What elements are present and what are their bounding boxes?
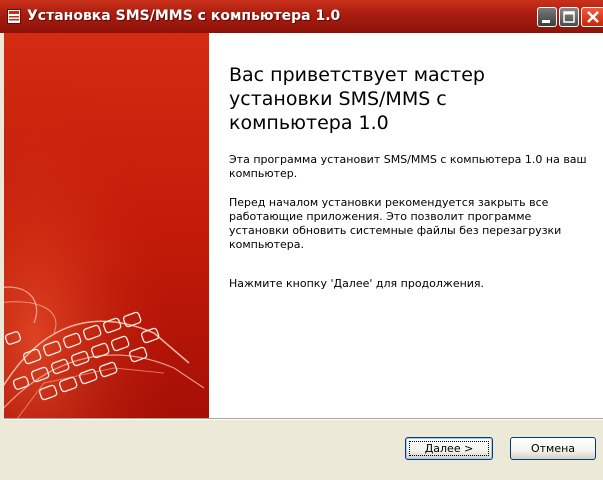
keyboard-illustration <box>4 33 209 418</box>
next-button[interactable]: Далее > <box>405 437 493 460</box>
welcome-heading-line2: установки SMS/MMS с <box>229 88 447 110</box>
cancel-button[interactable]: Отмена <box>510 437 596 460</box>
wizard-banner-image <box>4 33 209 418</box>
close-apps-paragraph: Перед началом установки рекомендуется за… <box>229 196 562 251</box>
close-button[interactable] <box>581 7 603 27</box>
intro-paragraph: Эта программа установит SMS/MMS с компью… <box>229 153 587 180</box>
close-icon <box>587 11 599 23</box>
minimize-icon <box>542 20 550 23</box>
focus-ring <box>409 441 489 456</box>
installer-window: Установка SMS/MMS с компьютера 1.0 Вас п… <box>0 0 603 480</box>
wizard-content: Вас приветствует мастер установки SMS/MM… <box>4 33 603 418</box>
footer-separator <box>4 418 603 420</box>
cancel-button-label: Отмена <box>530 442 576 455</box>
maximize-icon <box>563 11 575 23</box>
welcome-heading-line1: Вас приветствует мастер <box>229 64 485 86</box>
minimize-button[interactable] <box>537 7 557 27</box>
title-bar[interactable]: Установка SMS/MMS с компьютера 1.0 <box>0 0 603 33</box>
installer-icon <box>7 9 21 24</box>
welcome-heading: Вас приветствует мастер установки SMS/MM… <box>229 63 589 135</box>
welcome-heading-line3: компьютера 1.0 <box>229 112 389 134</box>
continue-paragraph: Нажмите кнопку 'Далее' для продолжения. <box>229 277 485 290</box>
maximize-button[interactable] <box>559 7 579 27</box>
window-title: Установка SMS/MMS с компьютера 1.0 <box>27 8 341 24</box>
